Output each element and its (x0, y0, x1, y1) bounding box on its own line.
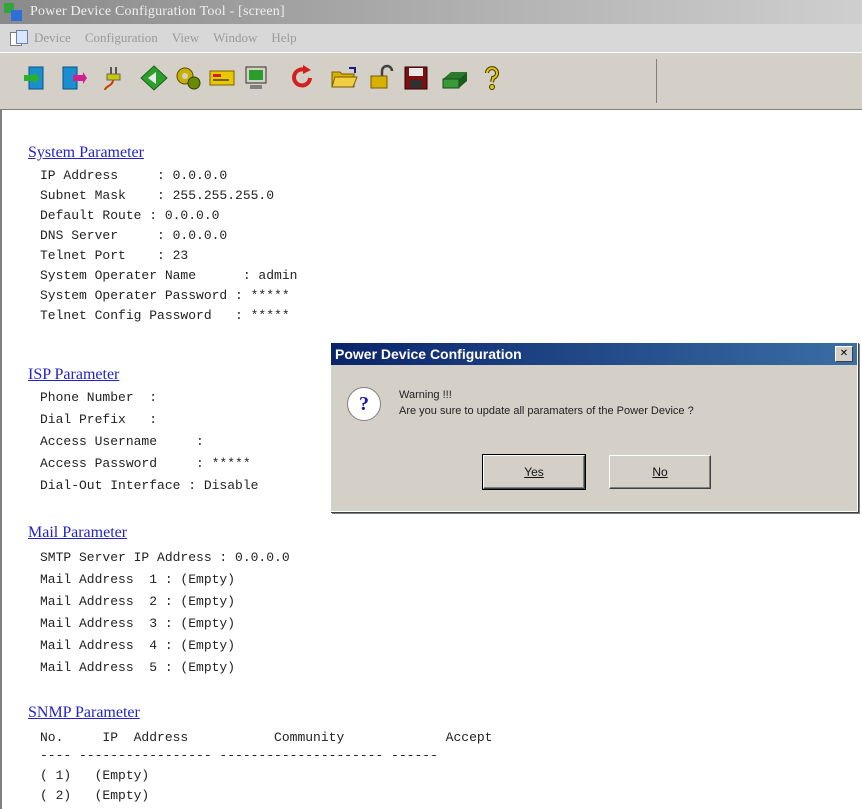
dialog-title: Power Device Configuration (335, 346, 522, 362)
app-icon (4, 3, 22, 21)
plug-icon[interactable] (94, 61, 130, 95)
print-icon[interactable] (436, 61, 472, 95)
menu-device[interactable]: Device (34, 30, 71, 46)
system-line: System Operater Password : ***** (40, 288, 290, 303)
save-disk-icon[interactable] (398, 61, 434, 95)
system-line: Telnet Port : 23 (40, 248, 189, 263)
mail-line: Mail Address 5 : (Empty) (40, 660, 236, 675)
mail-line: Mail Address 4 : (Empty) (40, 638, 236, 653)
exit-door-icon[interactable] (54, 61, 90, 95)
system-line: Default Route : 0.0.0.0 (40, 208, 220, 223)
document-icon[interactable] (10, 30, 28, 46)
snmp-row: ( 2) (Empty) (40, 788, 150, 803)
dialog-warning: Warning !!! (399, 389, 452, 401)
gears-icon[interactable] (170, 61, 206, 95)
snmp-header: No. IP Address Community Accept (40, 730, 493, 745)
system-line: Subnet Mask : 255.255.255.0 (40, 188, 275, 203)
no-button-label: No (652, 465, 668, 479)
menu-window[interactable]: Window (213, 30, 257, 46)
diamond-arrow-icon[interactable] (136, 61, 172, 95)
menu-view[interactable]: View (172, 30, 199, 46)
snmp-row: ( 1) (Empty) (40, 768, 150, 783)
dialog-message: Are you sure to update all paramaters of… (399, 405, 694, 417)
menu-configuration[interactable]: Configuration (85, 30, 158, 46)
snmp-parameter-link[interactable]: SNMP Parameter (28, 704, 140, 722)
menu-bar: Device Configuration View Window Help (0, 24, 862, 53)
mail-line: Mail Address 3 : (Empty) (40, 616, 236, 631)
help-icon[interactable] (474, 61, 510, 95)
refresh-icon[interactable] (284, 61, 320, 95)
menu-help[interactable]: Help (271, 30, 296, 46)
close-icon[interactable]: ✕ (835, 346, 853, 362)
system-parameter-link[interactable]: System Parameter (28, 144, 144, 162)
isp-line: Access Password : ***** (40, 456, 251, 471)
question-icon: ? (347, 387, 381, 421)
confirm-dialog: Power Device Configuration ✕ ? Warning !… (330, 342, 858, 512)
mail-parameter-link[interactable]: Mail Parameter (28, 524, 127, 542)
yes-button-label: Yes (524, 465, 544, 479)
card-icon[interactable] (204, 61, 240, 95)
monitor-icon[interactable] (238, 61, 274, 95)
system-line: IP Address : 0.0.0.0 (40, 168, 228, 183)
isp-parameter-link[interactable]: ISP Parameter (28, 366, 119, 384)
toolbar (0, 52, 862, 111)
no-button[interactable]: No (609, 455, 711, 489)
system-line: System Operater Name : admin (40, 268, 298, 283)
system-line: DNS Server : 0.0.0.0 (40, 228, 228, 243)
window-title: Power Device Configuration Tool - [scree… (30, 4, 285, 19)
isp-line: Dial Prefix : (40, 412, 158, 427)
system-line: Telnet Config Password : ***** (40, 308, 290, 323)
open-folder-icon[interactable] (326, 61, 362, 95)
mail-line: SMTP Server IP Address : 0.0.0.0 (40, 550, 290, 565)
title-bar[interactable]: Power Device Configuration Tool - [scree… (0, 0, 862, 24)
isp-line: Phone Number : (40, 390, 158, 405)
mail-line: Mail Address 1 : (Empty) (40, 572, 236, 587)
isp-line: Access Username : (40, 434, 204, 449)
dialog-title-bar[interactable]: Power Device Configuration ✕ (331, 343, 857, 365)
yes-button[interactable]: Yes (482, 454, 586, 490)
isp-line: Dial-Out Interface : Disable (40, 478, 259, 493)
mail-line: Mail Address 2 : (Empty) (40, 594, 236, 609)
unlock-icon[interactable] (362, 61, 398, 95)
enter-door-icon[interactable] (18, 61, 54, 95)
snmp-rule: ---- ----------------- -----------------… (40, 748, 438, 763)
